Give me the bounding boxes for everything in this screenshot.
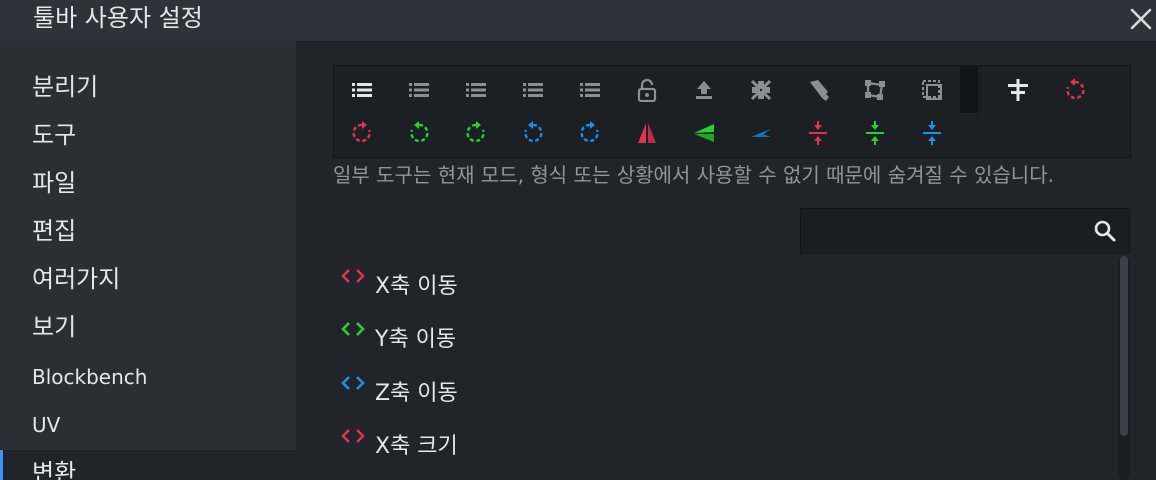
sidebar-item-tools[interactable]: 도구	[0, 112, 296, 160]
rotate-x-icon	[352, 121, 371, 143]
transform-icon	[865, 80, 885, 100]
search-bar	[800, 208, 1130, 254]
move-x-icon	[341, 269, 365, 283]
rotate-z-icon	[580, 121, 599, 143]
list-item-label: X축 이동	[375, 274, 458, 299]
sidebar-item-label: 편집	[32, 217, 77, 245]
sidebar-item-view[interactable]: 보기	[0, 304, 296, 352]
dialog-titlebar: 툴바 사용자 설정	[0, 0, 1156, 42]
lock-open-icon	[637, 78, 657, 102]
close-button[interactable]	[1126, 0, 1156, 36]
scale-x-icon	[341, 429, 365, 443]
toolbar-separator	[960, 66, 978, 113]
sidebar-item-file[interactable]: 파일	[0, 160, 296, 208]
toolbar-item[interactable]	[627, 70, 667, 110]
list-item-label: Y축 이동	[375, 327, 457, 352]
toolbar-item[interactable]	[684, 70, 724, 110]
toolbar-item[interactable]	[456, 113, 496, 153]
sidebar-item-separator[interactable]: 분리기	[0, 64, 296, 112]
toolbar-preview	[333, 65, 1131, 158]
search-icon[interactable]	[1093, 219, 1117, 243]
toolbar-item[interactable]	[399, 70, 439, 110]
list-icon	[466, 83, 486, 97]
sidebar-item-label: 분리기	[32, 73, 99, 101]
toolbar-item[interactable]	[1055, 70, 1095, 110]
action-list-scrollbar[interactable]	[1118, 256, 1130, 480]
list-icon	[352, 83, 372, 97]
upload-icon	[696, 81, 712, 99]
toolbar-item[interactable]	[342, 70, 382, 110]
toolbar-item[interactable]	[798, 113, 838, 153]
toolbar-item[interactable]	[513, 113, 553, 153]
toolbar-item[interactable]	[570, 70, 610, 110]
toolbar-item[interactable]	[912, 113, 952, 153]
center-z-icon	[923, 121, 941, 145]
list-icon	[580, 83, 600, 97]
rotate-z-icon	[524, 121, 543, 143]
toolbar-item[interactable]	[627, 113, 667, 153]
sidebar-item-label: Blockbench	[32, 365, 148, 389]
scrollbar-thumb[interactable]	[1120, 256, 1128, 436]
toolbar-item[interactable]	[855, 70, 895, 110]
list-item-move-y[interactable]: Y축 이동	[333, 313, 1103, 363]
sidebar-item-transform[interactable]: 변환	[0, 450, 296, 480]
sidebar-item-blockbench[interactable]: Blockbench	[0, 354, 296, 402]
sidebar-item-uv[interactable]: UV	[0, 402, 296, 450]
list-item-label: Z축 이동	[375, 381, 458, 406]
toolbar-item[interactable]	[342, 113, 382, 153]
toolbar-item[interactable]	[741, 70, 781, 110]
flip-z-icon	[751, 129, 771, 137]
list-icon	[523, 83, 543, 97]
compress-icon	[750, 79, 772, 101]
toolbar-item[interactable]	[513, 70, 553, 110]
active-indicator	[0, 450, 3, 480]
sidebar-item-edit[interactable]: 편집	[0, 208, 296, 256]
rotate-x-icon	[1066, 78, 1085, 100]
sidebar-item-label: UV	[32, 413, 61, 437]
center-y-icon	[866, 121, 884, 145]
sidebar-item-misc[interactable]: 여러가지	[0, 256, 296, 304]
toolbar-item[interactable]	[456, 70, 496, 110]
flip-y-icon	[694, 124, 714, 142]
dialog-title: 툴바 사용자 설정	[33, 4, 203, 32]
toolbar-item[interactable]	[912, 70, 952, 110]
hidden-tools-hint: 일부 도구는 현재 모드, 형식 또는 상황에서 사용할 수 없기 때문에 숨겨…	[333, 163, 1054, 187]
toolbar-item[interactable]	[998, 70, 1038, 110]
sidebar-item-label: 파일	[32, 169, 77, 197]
list-icon	[409, 83, 429, 97]
move-z-icon	[341, 376, 365, 390]
list-item-move-x[interactable]: X축 이동	[333, 260, 1103, 310]
sidebar-item-label: 여러가지	[32, 265, 121, 293]
flip-x-icon	[638, 123, 656, 143]
rotate-y-icon	[466, 121, 485, 143]
settings-sidebar: 분리기 도구 파일 편집 여러가지 보기 Blockbench UV	[0, 41, 296, 450]
selection-icon	[922, 80, 942, 100]
center-x-icon	[809, 121, 827, 145]
sidebar-item-label: 도구	[32, 121, 77, 149]
list-item-label: X축 크기	[375, 434, 458, 459]
align-icon	[1008, 79, 1028, 101]
search-input[interactable]	[801, 209, 1101, 253]
toolbar-item[interactable]	[684, 113, 724, 153]
toolbar-item[interactable]	[855, 113, 895, 153]
toolbar-item[interactable]	[570, 113, 610, 153]
close-icon	[1130, 8, 1152, 30]
sidebar-item-label: 보기	[32, 313, 77, 341]
toolbar-item[interactable]	[399, 113, 439, 153]
list-item-move-z[interactable]: Z축 이동	[333, 367, 1103, 417]
toolbar-item[interactable]	[741, 113, 781, 153]
toolbar-customize-dialog: 툴바 사용자 설정 분리기 도구 파일 편집 여러가지 보기 Blockbenc…	[0, 0, 1156, 480]
rotate-y-icon	[410, 121, 429, 143]
list-item-scale-x[interactable]: X축 크기	[333, 420, 1103, 470]
move-y-icon	[341, 322, 365, 336]
toolbar-item[interactable]	[798, 70, 838, 110]
sidebar-item-label: 변환	[32, 459, 77, 480]
brush-icon	[810, 80, 829, 101]
